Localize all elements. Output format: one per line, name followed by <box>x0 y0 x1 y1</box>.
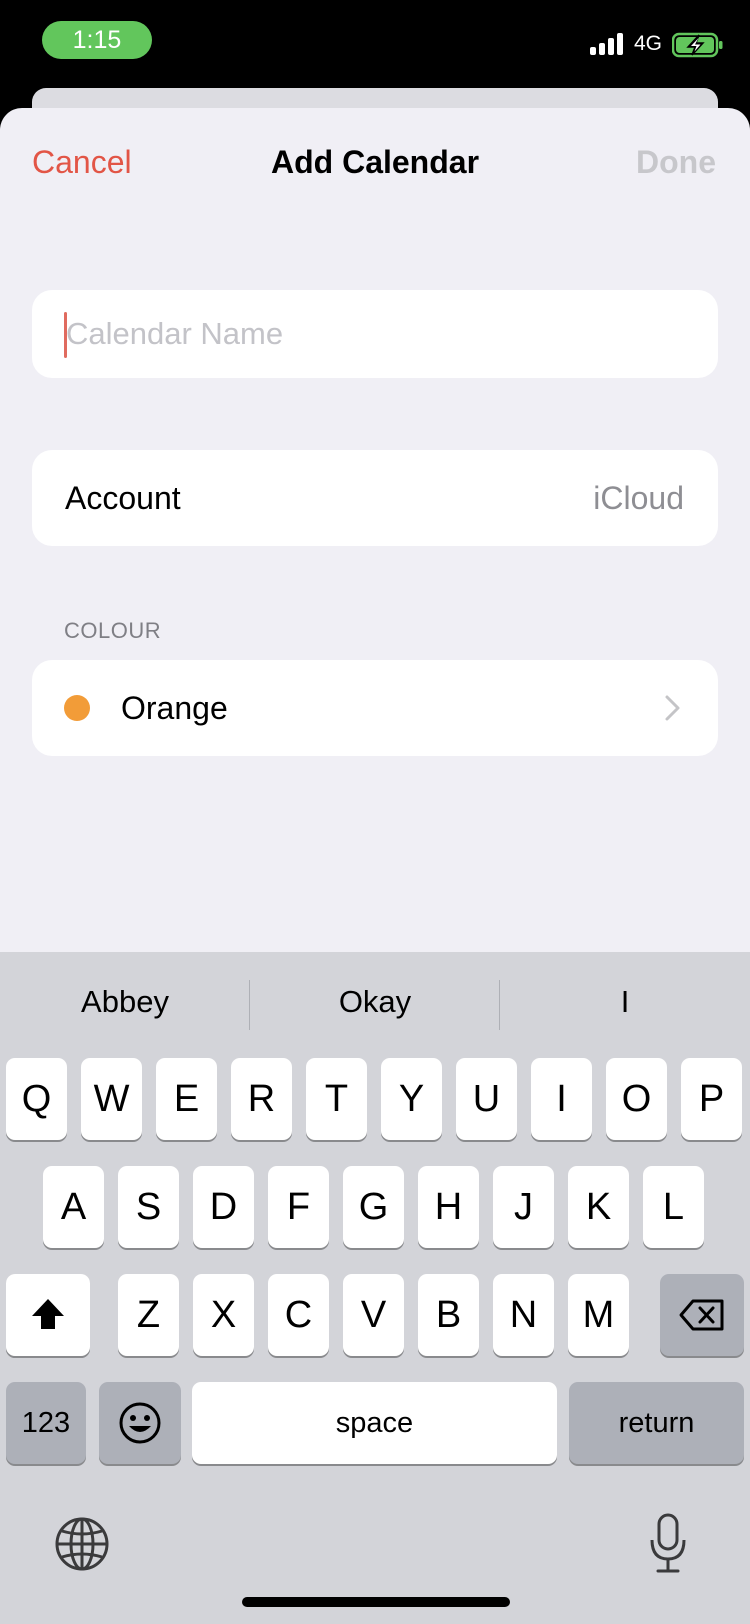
suggestion-2[interactable]: Okay <box>250 984 500 1020</box>
calendar-name-input[interactable] <box>66 308 686 360</box>
key-w[interactable]: W <box>81 1058 142 1140</box>
key-r[interactable]: R <box>231 1058 292 1140</box>
calendar-name-card <box>32 290 718 378</box>
key-y[interactable]: Y <box>381 1058 442 1140</box>
key-v[interactable]: V <box>343 1274 404 1356</box>
keyboard: Abbey Okay I QWERTYUIOPASDFGHJKLZXCVBNM … <box>0 952 750 1624</box>
colour-section-header: COLOUR <box>64 618 162 643</box>
key-m[interactable]: M <box>568 1274 629 1356</box>
key-x[interactable]: X <box>193 1274 254 1356</box>
key-i[interactable]: I <box>531 1058 592 1140</box>
backspace-icon <box>679 1299 724 1331</box>
key-s[interactable]: S <box>118 1166 179 1248</box>
key-z[interactable]: Z <box>118 1274 179 1356</box>
return-key[interactable]: return <box>569 1382 744 1464</box>
key-f[interactable]: F <box>268 1166 329 1248</box>
key-a[interactable]: A <box>43 1166 104 1248</box>
account-value: iCloud <box>593 480 684 516</box>
key-g[interactable]: G <box>343 1166 404 1248</box>
key-c[interactable]: C <box>268 1274 329 1356</box>
account-label: Account <box>65 480 181 516</box>
delete-key[interactable] <box>660 1274 744 1356</box>
globe-icon[interactable] <box>54 1516 110 1572</box>
shift-icon <box>32 1299 64 1329</box>
predictive-text-bar: Abbey Okay I <box>0 952 750 1052</box>
cellular-signal-icon <box>590 33 626 55</box>
done-button[interactable]: Done <box>636 144 716 181</box>
key-o[interactable]: O <box>606 1058 667 1140</box>
key-b[interactable]: B <box>418 1274 479 1356</box>
key-e[interactable]: E <box>156 1058 217 1140</box>
account-row[interactable]: Account iCloud <box>32 450 718 546</box>
colour-row[interactable]: Orange <box>32 660 718 756</box>
status-bar: 1:15 4G <box>0 0 750 90</box>
chevron-right-icon <box>665 695 680 721</box>
colour-label: Orange <box>121 690 228 726</box>
microphone-icon[interactable] <box>648 1512 688 1576</box>
key-j[interactable]: J <box>493 1166 554 1248</box>
emoji-key[interactable] <box>99 1382 181 1464</box>
cancel-button[interactable]: Cancel <box>32 144 132 181</box>
status-time: 1:15 <box>42 21 152 59</box>
key-n[interactable]: N <box>493 1274 554 1356</box>
key-p[interactable]: P <box>681 1058 742 1140</box>
colour-swatch <box>64 695 90 721</box>
shift-key-face <box>6 1274 90 1356</box>
key-t[interactable]: T <box>306 1058 367 1140</box>
key-l[interactable]: L <box>643 1166 704 1248</box>
space-key[interactable]: space <box>192 1382 557 1464</box>
network-type: 4G <box>634 32 663 55</box>
key-d[interactable]: D <box>193 1166 254 1248</box>
home-indicator <box>242 1597 510 1607</box>
suggestion-1[interactable]: Abbey <box>0 984 250 1020</box>
emoji-icon <box>119 1402 161 1444</box>
battery-charging-icon <box>672 32 723 58</box>
key-h[interactable]: H <box>418 1166 479 1248</box>
numbers-key[interactable]: 123 <box>6 1382 86 1464</box>
key-u[interactable]: U <box>456 1058 517 1140</box>
key-k[interactable]: K <box>568 1166 629 1248</box>
suggestion-3[interactable]: I <box>500 984 750 1020</box>
key-q[interactable]: Q <box>6 1058 67 1140</box>
